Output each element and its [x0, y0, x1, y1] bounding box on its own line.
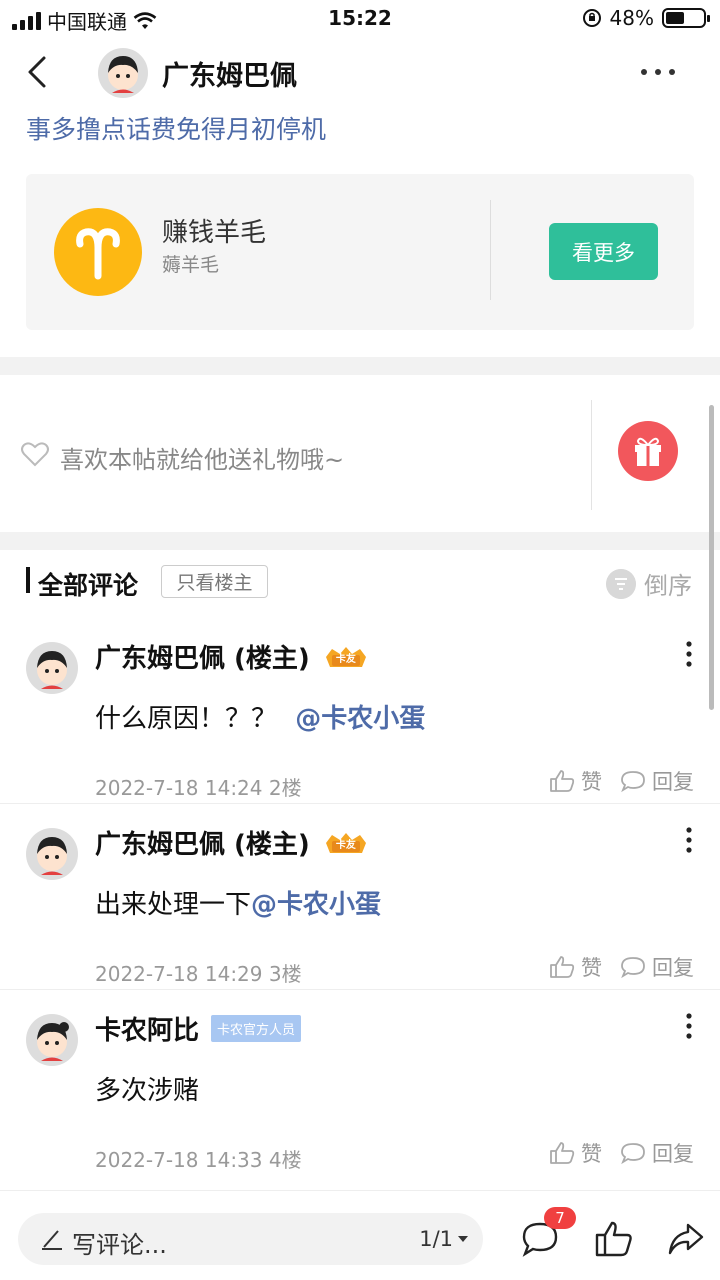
- share-icon[interactable]: [666, 1219, 706, 1259]
- reply-label: 回复: [652, 956, 694, 980]
- caret-down-icon: [458, 1236, 468, 1242]
- comment-menu-icon[interactable]: [684, 640, 694, 668]
- comment-meta: 2022-7-18 14:29 3楼: [95, 962, 302, 986]
- thumbs-up-icon[interactable]: [594, 1219, 634, 1259]
- like-button[interactable]: 赞: [549, 1138, 602, 1168]
- commenter-name[interactable]: 卡农阿比 卡农官方人员: [95, 1010, 302, 1047]
- comment-text: 多次涉赌: [95, 1070, 199, 1107]
- author-name[interactable]: 广东姆巴佩: [162, 54, 297, 93]
- group-card[interactable]: 赚钱羊毛 薅羊毛 看更多: [26, 174, 694, 330]
- commenter-name[interactable]: 广东姆巴佩 (楼主) 卡友: [95, 824, 370, 861]
- like-label: 赞: [581, 956, 602, 980]
- sort-icon: [606, 568, 636, 599]
- comment-item: 广东姆巴佩 (楼主) 卡友 出来处理一下@卡农小蛋 2022-7-18 14:2…: [0, 816, 720, 990]
- group-title: 赚钱羊毛: [162, 218, 267, 248]
- reply-label: 回复: [652, 1142, 694, 1166]
- comment-actions: 赞 回复: [549, 1138, 694, 1168]
- like-label: 赞: [581, 1142, 602, 1166]
- kayou-badge: 卡友: [322, 645, 370, 669]
- sort-button[interactable]: 倒序: [606, 566, 692, 601]
- author-avatar[interactable]: [98, 48, 148, 98]
- speech-bubble-icon: [621, 771, 645, 793]
- sort-label: 倒序: [644, 572, 692, 600]
- comment-text: 什么原因！？？ @卡农小蛋: [95, 698, 425, 735]
- comment-count-badge: 7: [544, 1207, 576, 1229]
- heart-icon[interactable]: [20, 440, 50, 468]
- commenter-name-text: 卡农阿比: [95, 1016, 200, 1046]
- send-gift-button[interactable]: [618, 421, 678, 481]
- comment-body: 多次涉赌: [95, 1076, 200, 1106]
- battery-icon: [662, 8, 710, 28]
- rotation-lock-icon: [582, 9, 601, 27]
- post-body-text: 事多撸点话费免得月初停机: [26, 115, 327, 144]
- status-right: 48%: [582, 6, 710, 30]
- comment-actions: 赞 回复: [549, 766, 694, 796]
- reply-label: 回复: [652, 770, 694, 794]
- pencil-icon: [42, 1230, 62, 1250]
- comment-meta: 2022-7-18 14:24 2楼: [95, 776, 302, 800]
- comments-header-marker: [26, 567, 30, 593]
- section-divider: [0, 357, 720, 375]
- post-header: 广东姆巴佩: [0, 40, 720, 106]
- aries-icon: [76, 228, 120, 280]
- thumbs-up-icon: [550, 956, 575, 978]
- kayou-badge: 卡友: [322, 831, 370, 855]
- comment-meta: 2022-7-18 14:33 4楼: [95, 1148, 302, 1172]
- commenter-name-text: 广东姆巴佩 (楼主): [95, 644, 310, 674]
- comment-text: 出来处理一下@卡农小蛋: [95, 884, 381, 921]
- like-button[interactable]: 赞: [549, 766, 602, 796]
- comment-actions: 赞 回复: [549, 952, 694, 982]
- commenter-avatar[interactable]: [26, 828, 78, 880]
- official-badge: 卡农官方人员: [211, 1015, 302, 1042]
- comment-body: 出来处理一下: [95, 890, 252, 920]
- comment-item: 广东姆巴佩 (楼主) 卡友 什么原因！？？ @卡农小蛋 2022-7-18 14…: [0, 630, 720, 804]
- kayou-badge-text: 卡友: [335, 839, 356, 851]
- gift-divider: [591, 400, 592, 510]
- battery-percent: 48%: [609, 6, 654, 30]
- commenter-avatar[interactable]: [26, 1014, 78, 1066]
- commenter-avatar[interactable]: [26, 642, 78, 694]
- comment-divider: [0, 989, 720, 990]
- speech-bubble-icon: [621, 957, 645, 979]
- like-button[interactable]: 赞: [549, 952, 602, 982]
- bottom-bar: 写评论... 1/1 7: [0, 1190, 720, 1280]
- comment-divider: [0, 803, 720, 804]
- mention-link[interactable]: @卡农小蛋: [295, 704, 425, 734]
- page-indicator-text: 1/1: [419, 1227, 453, 1251]
- see-more-button[interactable]: 看更多: [549, 223, 658, 280]
- comment-body: 什么原因！？？: [95, 704, 278, 734]
- more-options-icon[interactable]: [636, 60, 680, 84]
- write-comment-input[interactable]: 写评论... 1/1: [18, 1213, 483, 1265]
- reply-button[interactable]: 回复: [620, 1138, 694, 1168]
- comment-menu-icon[interactable]: [684, 826, 694, 854]
- group-subtitle: 薅羊毛: [162, 254, 220, 276]
- mention-link[interactable]: @卡农小蛋: [251, 890, 381, 920]
- reply-button[interactable]: 回复: [620, 766, 694, 796]
- page-selector[interactable]: 1/1: [419, 1227, 469, 1251]
- back-arrow-icon[interactable]: [18, 52, 58, 92]
- gift-prompt: 喜欢本帖就给他送礼物哦~: [60, 446, 345, 474]
- kayou-badge-text: 卡友: [335, 653, 356, 665]
- card-divider: [490, 200, 491, 300]
- post-detail-page: 中国联通 15:22 48% 广东姆巴佩 事多撸点话费免得月初停机 赚钱羊毛 薅…: [0, 0, 720, 1280]
- commenter-name-text: 广东姆巴佩 (楼主): [95, 830, 310, 860]
- section-divider: [0, 532, 720, 550]
- commenter-name[interactable]: 广东姆巴佩 (楼主) 卡友: [95, 638, 370, 675]
- group-logo: [54, 208, 142, 296]
- comments-title: 全部评论: [38, 571, 139, 600]
- only-op-button[interactable]: 只看楼主: [161, 565, 268, 598]
- comment-menu-icon[interactable]: [684, 1012, 694, 1040]
- status-bar: 中国联通 15:22 48%: [0, 0, 720, 36]
- gift-icon: [635, 437, 661, 466]
- speech-bubble-icon: [621, 1143, 645, 1165]
- reply-button[interactable]: 回复: [620, 952, 694, 982]
- write-comment-placeholder: 写评论...: [72, 1231, 167, 1259]
- comment-item: 卡农阿比 卡农官方人员 多次涉赌 2022-7-18 14:33 4楼 赞 回复: [0, 1002, 720, 1176]
- like-label: 赞: [581, 770, 602, 794]
- thumbs-up-icon: [550, 1142, 575, 1164]
- thumbs-up-icon: [550, 770, 575, 792]
